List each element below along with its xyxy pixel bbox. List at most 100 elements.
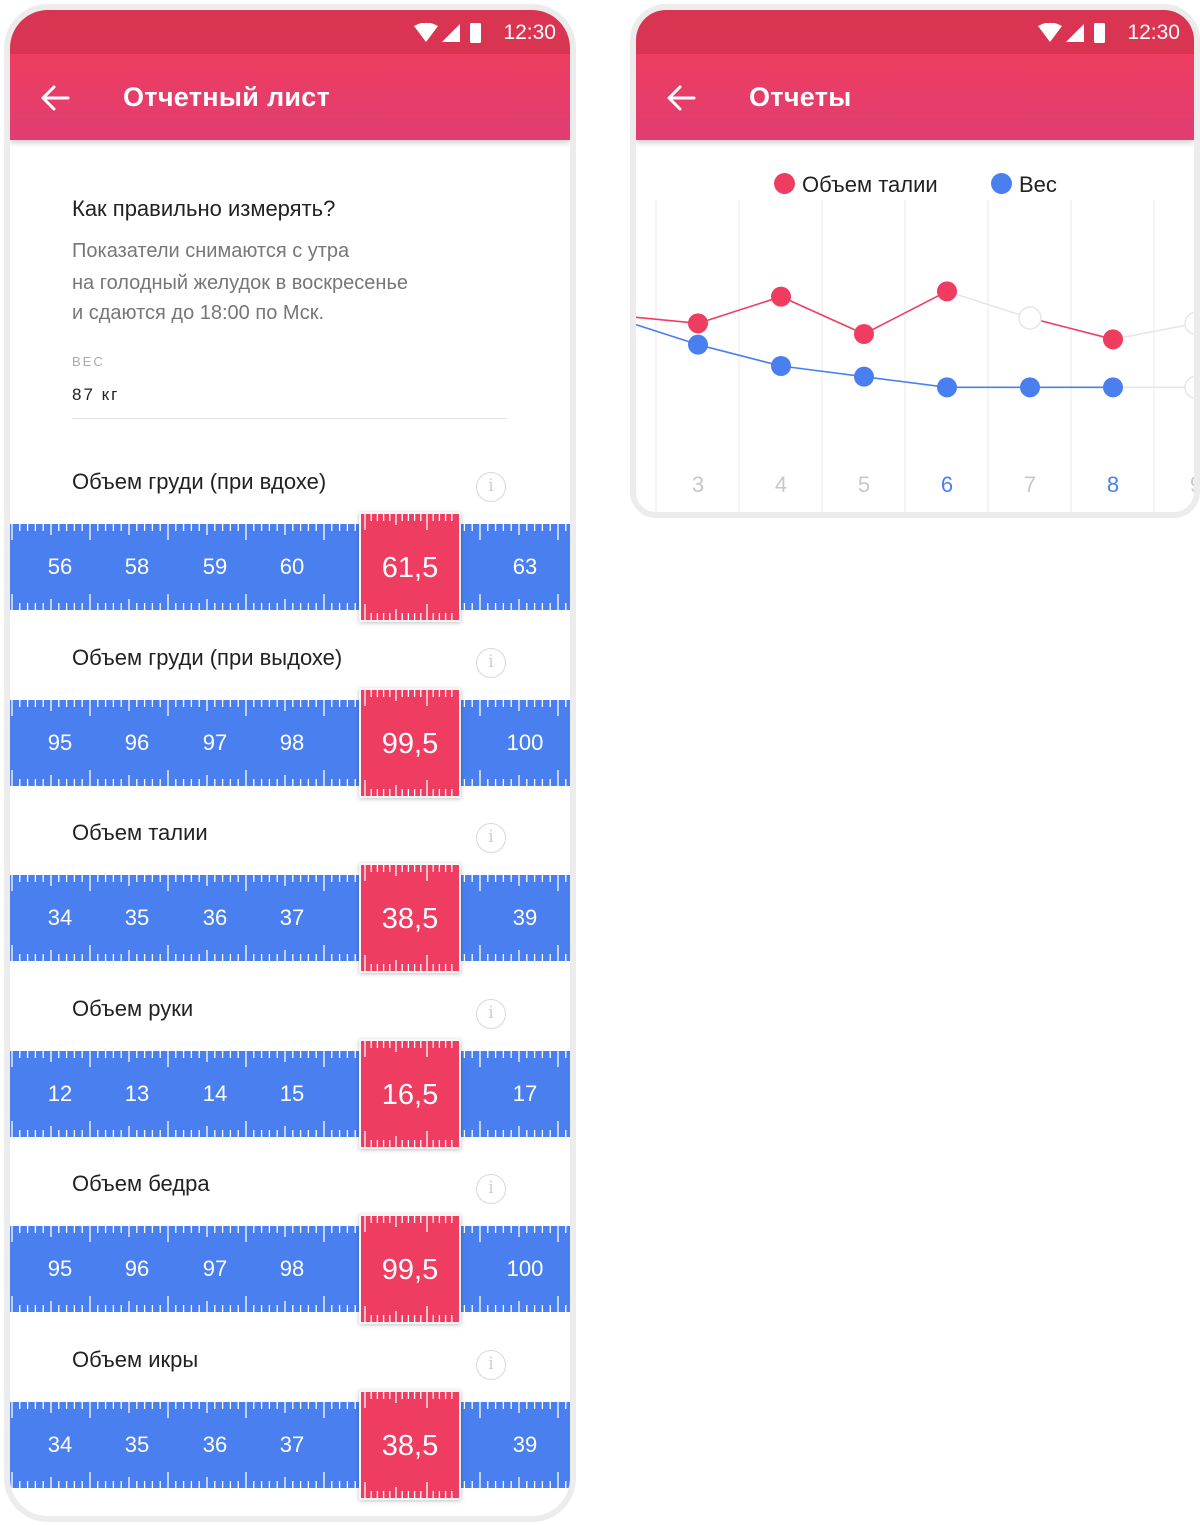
- signal-icon: [442, 24, 460, 42]
- tape-tick-label: 34: [47, 905, 73, 930]
- legend-item-waist: Объем талии: [774, 172, 938, 198]
- legend-dot-waist: [774, 173, 795, 194]
- tape-tick-label: 13: [124, 1080, 150, 1106]
- legend-dot-weight: [991, 173, 1012, 194]
- tape-tick-label: 60: [279, 554, 305, 579]
- selected-value-marker[interactable]: 38,5: [359, 863, 461, 973]
- selected-value-marker[interactable]: 38,5: [359, 1389, 461, 1500]
- measuring-tape-slider[interactable]: 56 58 59 60 63: [10, 524, 570, 610]
- measuring-tape-slider[interactable]: 12 13 14 15 17: [10, 1050, 570, 1137]
- selected-value: 99,5: [381, 1254, 439, 1286]
- tape-tick-label: 35: [124, 905, 150, 930]
- data-point: [771, 356, 791, 376]
- selected-value: 16,5: [381, 1078, 439, 1111]
- howto-line-3: и сдаются до 18:00 по Мск.: [72, 302, 325, 324]
- tape-tick-label: 58: [124, 554, 150, 579]
- tape-tick-label: 97: [202, 729, 228, 755]
- howto-title: Как правильно измерять?: [72, 196, 336, 221]
- tape-tick-label: 63: [512, 554, 538, 579]
- info-icon[interactable]: i: [476, 823, 506, 853]
- selected-value: 99,5: [381, 727, 439, 760]
- tape-tick-label: 37: [279, 905, 305, 930]
- data-point: [1020, 377, 1040, 398]
- measurement-label: Объем груди (при выдохе): [72, 644, 343, 670]
- tape-tick-label: 36: [202, 1431, 228, 1457]
- tape-tick-label: 56: [47, 554, 73, 579]
- x-tick-label: 7: [1024, 472, 1036, 497]
- status-time: 12:30: [503, 21, 556, 44]
- info-icon[interactable]: i: [476, 1174, 506, 1204]
- tape-tick-label: 15: [279, 1080, 305, 1106]
- signal-icon: [1066, 24, 1084, 42]
- data-point: [937, 377, 957, 398]
- measurement-label: Объем груди (при вдохе): [72, 469, 327, 494]
- x-tick-label: 5: [858, 472, 870, 497]
- tape-tick-label: 14: [202, 1080, 228, 1106]
- data-point: [771, 286, 791, 307]
- info-icon[interactable]: i: [476, 1349, 506, 1380]
- x-tick-label: 9: [1190, 472, 1194, 497]
- selected-value-marker[interactable]: 61,5: [359, 512, 461, 622]
- data-point: [688, 313, 708, 334]
- selected-value-marker[interactable]: 99,5: [359, 687, 461, 798]
- back-arrow-icon[interactable]: [666, 84, 696, 112]
- tape-tick-label: 37: [279, 1431, 305, 1457]
- selected-value-marker[interactable]: 99,5: [359, 1214, 461, 1324]
- legend-item-weight: Вес: [991, 172, 1057, 198]
- measurement-label: Объем бедра: [72, 1171, 210, 1196]
- status-bar: 12:30: [10, 10, 570, 54]
- data-point: [688, 334, 708, 355]
- app-bar: Отчеты: [636, 54, 1194, 140]
- tape-tick-label: 95: [47, 729, 73, 755]
- measuring-tape-slider[interactable]: 95 96 97 98 100: [10, 1226, 570, 1312]
- legend-label-weight: Вес: [1019, 172, 1057, 197]
- tape-tick-label: 59: [202, 554, 228, 579]
- data-point: [854, 366, 874, 387]
- back-arrow-icon[interactable]: [40, 84, 70, 112]
- howto-line-2: на голодный желудок в воскресенье: [72, 272, 409, 294]
- tape-tick-label: 100: [506, 729, 544, 755]
- x-tick-label: 8: [1107, 472, 1119, 497]
- status-icons: [1038, 23, 1105, 43]
- measurement-label: Объем руки: [72, 995, 194, 1021]
- tape-tick-label: 96: [124, 1256, 150, 1281]
- measuring-tape-slider[interactable]: 95 96 97 98 100: [10, 699, 570, 786]
- tape-tick-label: 98: [279, 1256, 305, 1281]
- line-chart: 3 4 5 6 7 8 9: [636, 200, 1194, 512]
- measurement-label: Объем талии: [72, 820, 208, 845]
- data-point: [1103, 329, 1123, 350]
- info-icon[interactable]: i: [476, 647, 506, 678]
- info-icon[interactable]: i: [476, 472, 506, 502]
- tape-tick-label: 96: [124, 729, 150, 755]
- info-icon[interactable]: i: [476, 998, 506, 1029]
- tape-tick-label: 34: [47, 1431, 73, 1457]
- tape-tick-label: 17: [512, 1080, 538, 1106]
- report-sheet-screen: 12:30 Отчетный лист Как правильно измеря…: [4, 4, 576, 1522]
- selected-value-marker[interactable]: 16,5: [359, 1038, 461, 1149]
- wifi-icon: [1038, 23, 1062, 42]
- status-time: 12:30: [1127, 21, 1180, 44]
- selected-value: 38,5: [381, 1429, 439, 1462]
- tape-tick-label: 36: [202, 905, 228, 930]
- measurement-label: Объем икры: [72, 1346, 199, 1372]
- selected-value: 61,5: [381, 552, 439, 584]
- reports-screen: 12:30 Отчеты Объем талии Вес 3 4 5 6 7 8 9: [630, 4, 1200, 518]
- weight-input[interactable]: 87 кг: [72, 385, 119, 405]
- tape-tick-label: 95: [47, 1256, 73, 1281]
- data-point: [1184, 311, 1194, 335]
- x-tick-label: 3: [692, 472, 704, 497]
- x-tick-label: 4: [775, 472, 787, 497]
- measuring-tape-slider[interactable]: 34 35 36 37 39: [10, 875, 570, 961]
- data-point: [854, 324, 874, 344]
- tape-tick-label: 39: [512, 905, 538, 930]
- tape-tick-label: 35: [124, 1431, 150, 1457]
- weight-label: ВЕС: [72, 354, 105, 369]
- measuring-tape-slider[interactable]: 34 35 36 37 39: [10, 1401, 570, 1488]
- selected-value: 38,5: [381, 903, 439, 935]
- tape-tick-label: 39: [512, 1431, 538, 1457]
- tape-tick-label: 100: [506, 1256, 544, 1281]
- tape-tick-label: 12: [47, 1080, 73, 1106]
- status-bar: 12:30: [636, 10, 1194, 54]
- page-title: Отчеты: [749, 82, 852, 112]
- data-point: [1018, 306, 1042, 330]
